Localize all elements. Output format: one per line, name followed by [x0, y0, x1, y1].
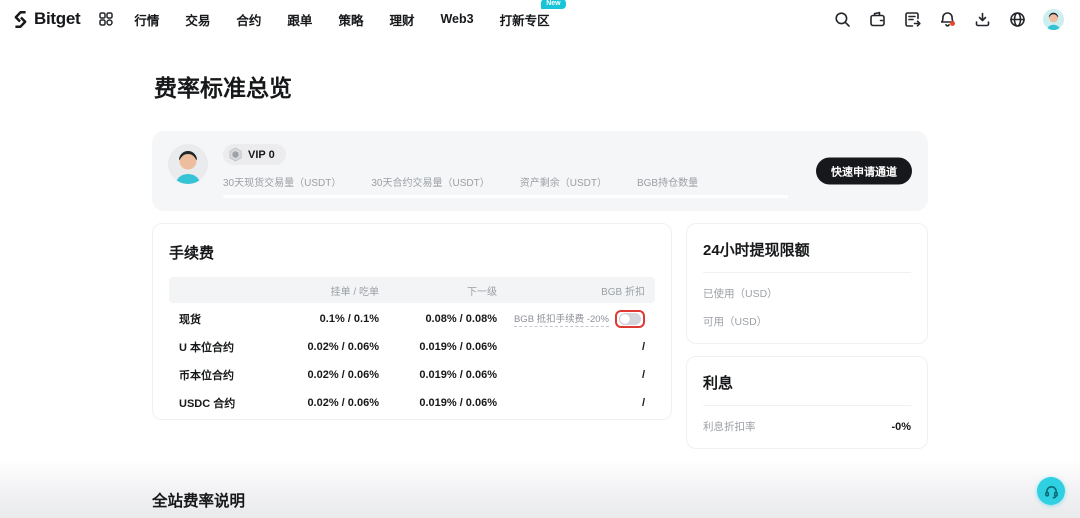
fee-row-coin-futures: 币本位合约 0.02% / 0.06% 0.019% / 0.06% /: [169, 362, 655, 387]
interest-discount-value: -0%: [891, 421, 911, 433]
orders-icon[interactable]: [903, 10, 921, 28]
fee-discount-cell: BGB 抵扣手续费 -20%: [497, 310, 645, 328]
divider: [703, 272, 911, 273]
col-maker-taker: 挂单 / 吃单: [261, 283, 379, 298]
fee-discount: /: [497, 341, 645, 353]
nav-item-web3[interactable]: Web3: [440, 12, 473, 26]
col-next-level: 下一级: [379, 283, 497, 298]
page-content: 费率标准总览 VIP 0 30天现货交易量（USDT） 30天合约交易量（USD…: [152, 69, 928, 449]
interest-card-title: 利息: [703, 372, 911, 393]
new-badge: New: [541, 0, 565, 9]
language-globe-icon[interactable]: [1008, 10, 1026, 28]
fee-row-usdt-futures: U 本位合约 0.02% / 0.06% 0.019% / 0.06% /: [169, 334, 655, 359]
divider: [703, 405, 911, 406]
main-nav: 行情 交易 合约 跟单 策略 理财 Web3 打新专区 New: [134, 10, 549, 29]
downloads-icon[interactable]: [973, 10, 991, 28]
fee-maker-taker: 0.02% / 0.06%: [261, 341, 379, 353]
nav-item-earn[interactable]: 理财: [389, 10, 414, 29]
vip-level-badge: VIP 0: [223, 144, 286, 165]
vip-info: VIP 0 30天现货交易量（USDT） 30天合约交易量（USDT） 资产剩余…: [223, 144, 788, 198]
fee-card-title: 手续费: [169, 242, 655, 263]
customer-support-button[interactable]: [1037, 477, 1065, 505]
notifications-bell-icon[interactable]: [938, 10, 956, 28]
nav-item-strategy[interactable]: 策略: [338, 10, 363, 29]
fee-table-header: 挂单 / 吃单 下一级 BGB 折扣: [169, 277, 655, 303]
nav-item-launch-zone-label: 打新专区: [500, 14, 550, 28]
bgb-discount-link[interactable]: BGB 抵扣手续费 -20%: [514, 311, 609, 327]
withdrawal-used-row: 已使用（USD）: [703, 286, 911, 301]
fee-next-level: 0.019% / 0.06%: [379, 397, 497, 409]
apps-grid-icon[interactable]: [98, 11, 114, 27]
page-title: 费率标准总览: [154, 69, 928, 103]
nav-item-trade[interactable]: 交易: [185, 10, 210, 29]
fee-maker-taker: 0.02% / 0.06%: [261, 369, 379, 381]
vip-summary-card: VIP 0 30天现货交易量（USDT） 30天合约交易量（USDT） 资产剩余…: [152, 131, 928, 211]
vip-shield-icon: [228, 147, 243, 162]
vip-level-label: VIP 0: [248, 149, 275, 161]
fee-row-label: 币本位合约: [179, 367, 261, 383]
toggle-knob: [620, 314, 630, 324]
fee-maker-taker: 0.1% / 0.1%: [261, 313, 379, 325]
fee-row-spot: 现货 0.1% / 0.1% 0.08% / 0.08% BGB 抵扣手续费 -…: [169, 306, 655, 331]
topbar-actions: [833, 9, 1064, 30]
withdrawal-available-label: 可用（USD）: [703, 314, 767, 329]
brand-name: Bitget: [34, 9, 80, 29]
headset-icon: [1044, 484, 1059, 499]
stat-asset-balance-label: 资产剩余（USDT）: [520, 174, 607, 189]
fee-next-level: 0.019% / 0.06%: [379, 341, 497, 353]
wallet-icon[interactable]: [868, 10, 886, 28]
withdrawal-limit-card: 24小时提现限额 已使用（USD） 可用（USD）: [686, 223, 928, 344]
footer-section-title: 全站费率说明: [152, 489, 245, 511]
col-bgb-discount: BGB 折扣: [497, 283, 645, 298]
notification-dot: [950, 21, 955, 26]
bitget-logo-icon: [12, 11, 29, 28]
nav-item-futures[interactable]: 合约: [236, 10, 261, 29]
search-icon[interactable]: [833, 10, 851, 28]
stat-bgb-holdings-label: BGB持仓数量: [637, 174, 698, 189]
profile-avatar: [168, 144, 208, 184]
top-navigation-bar: Bitget 行情 交易 合约 跟单 策略 理财 Web3 打新专区 New: [0, 0, 1080, 38]
fee-card: 手续费 挂单 / 吃单 下一级 BGB 折扣 现货 0.1% / 0.1% 0.…: [152, 223, 672, 420]
nav-item-launch-zone[interactable]: 打新专区 New: [500, 10, 550, 29]
nav-item-copy[interactable]: 跟单: [287, 10, 312, 29]
fee-row-label: USDC 合约: [179, 395, 261, 411]
bgb-discount-toggle[interactable]: [619, 313, 641, 325]
fee-maker-taker: 0.02% / 0.06%: [261, 397, 379, 409]
fee-next-level: 0.019% / 0.06%: [379, 369, 497, 381]
withdrawal-card-title: 24小时提现限额: [703, 239, 911, 260]
user-avatar[interactable]: [1043, 9, 1064, 30]
vip-stat-values-blurred: [223, 195, 788, 198]
withdrawal-available-row: 可用（USD）: [703, 314, 911, 329]
footer-section: 全站费率说明: [0, 460, 1080, 518]
fee-discount: /: [497, 397, 645, 409]
interest-card: 利息 利息折扣率 -0%: [686, 356, 928, 449]
nav-item-markets[interactable]: 行情: [134, 10, 159, 29]
interest-discount-row: 利息折扣率 -0%: [703, 419, 911, 434]
quick-apply-button[interactable]: 快速申请通道: [816, 158, 912, 185]
stat-spot-volume-label: 30天现货交易量（USDT）: [223, 174, 341, 189]
withdrawal-used-label: 已使用（USD）: [703, 286, 778, 301]
main-row: 手续费 挂单 / 吃单 下一级 BGB 折扣 现货 0.1% / 0.1% 0.…: [152, 223, 928, 449]
stat-futures-volume-label: 30天合约交易量（USDT）: [371, 174, 489, 189]
fee-row-usdc-futures: USDC 合约 0.02% / 0.06% 0.019% / 0.06% /: [169, 390, 655, 415]
red-highlight-annotation: [615, 310, 645, 328]
fee-discount: /: [497, 369, 645, 381]
fee-next-level: 0.08% / 0.08%: [379, 313, 497, 325]
fee-row-label: 现货: [179, 311, 261, 327]
fee-row-label: U 本位合约: [179, 339, 261, 355]
bitget-logo[interactable]: Bitget: [12, 9, 80, 29]
right-column: 24小时提现限额 已使用（USD） 可用（USD） 利息 利息折扣率 -0%: [686, 223, 928, 449]
interest-discount-label: 利息折扣率: [703, 419, 756, 434]
vip-stats-row: 30天现货交易量（USDT） 30天合约交易量（USDT） 资产剩余（USDT）…: [223, 174, 788, 189]
